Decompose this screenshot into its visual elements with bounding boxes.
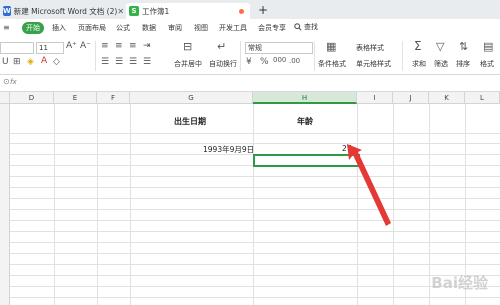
annotation-arrow-icon (347, 144, 391, 226)
watermark-logo: Bai经验 (431, 274, 488, 292)
